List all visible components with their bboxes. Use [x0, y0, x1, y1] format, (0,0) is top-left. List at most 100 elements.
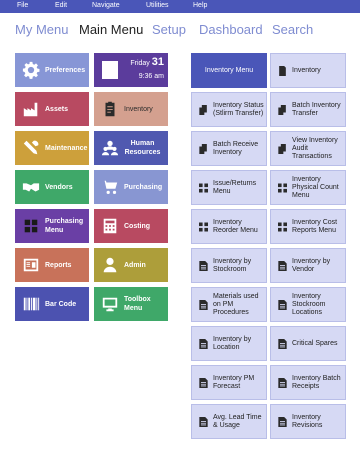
submenu-batch-inventory-transfer[interactable]: Batch Inventory Transfer: [270, 92, 346, 127]
tile-purchasing-menu[interactable]: Purchasing Menu: [15, 209, 89, 243]
tile-label: Assets: [45, 105, 68, 113]
submenu-label: Inventory by Location: [213, 335, 252, 351]
gear-icon: [20, 59, 42, 81]
grid-icon: [276, 222, 288, 232]
documents-icon: [276, 143, 288, 154]
submenu-batch-receive-inventory[interactable]: Batch Receive Inventory: [191, 131, 267, 166]
submenu-label: Inventory Physical Count Menu: [292, 175, 339, 199]
submenu-physical-count-menu[interactable]: Inventory Physical Count Menu: [270, 170, 346, 205]
tile-human-resources[interactable]: Human Resources: [94, 131, 168, 165]
tile-label: Human Resources: [124, 140, 161, 156]
submenu-inventory-by-stockroom[interactable]: Inventory by Stockroom: [191, 248, 267, 283]
notebook-icon: [102, 61, 118, 79]
tile-bar-code[interactable]: Bar Code: [15, 287, 89, 321]
menu-edit[interactable]: Edit: [55, 1, 67, 11]
submenu-label: Batch Inventory Transfer: [292, 101, 341, 117]
submenu-label: Inventory by Vendor: [292, 257, 331, 273]
report-icon: [197, 299, 209, 310]
tile-preferences[interactable]: Preferences: [15, 53, 89, 87]
submenu-label: Inventory Cost Reports Menu: [292, 218, 338, 234]
submenu-reorder-menu[interactable]: Inventory Reorder Menu: [191, 209, 267, 244]
clock-tile: Friday 31 9:36 am: [94, 53, 168, 87]
submenu-inventory-by-vendor[interactable]: Inventory by Vendor: [270, 248, 346, 283]
submenu-label: Materials used on PM Procedures: [213, 292, 259, 316]
submenu-label: Issue/Returns Menu: [213, 179, 257, 195]
tile-maintenance[interactable]: Maintenance: [15, 131, 89, 165]
people-icon: [99, 137, 121, 159]
document-icon: [276, 65, 288, 76]
submenu-view-inventory-audit[interactable]: View Inventory Audit Transactions: [270, 131, 346, 166]
report-icon: [276, 260, 288, 271]
report-icon: [276, 416, 288, 427]
tab-setup[interactable]: Setup: [152, 22, 186, 38]
tab-my-menu[interactable]: My Menu: [15, 22, 68, 38]
documents-icon: [276, 104, 288, 115]
tile-reports[interactable]: Reports: [15, 248, 89, 282]
submenu-label: Inventory Revisions: [292, 413, 323, 429]
tile-vendors[interactable]: Vendors: [15, 170, 89, 204]
monitor-icon: [99, 293, 121, 315]
clock-day: Friday 31: [130, 56, 164, 68]
tile-label: Bar Code: [45, 300, 77, 308]
tab-main-menu[interactable]: Main Menu: [79, 22, 143, 38]
clipboard-icon: [99, 98, 121, 120]
submenu-lead-time-usage[interactable]: Avg. Lead Time & Usage: [191, 404, 267, 439]
submenu-materials-pm-procedures[interactable]: Materials used on PM Procedures: [191, 287, 267, 322]
submenu-label: Critical Spares: [292, 339, 338, 347]
grid-icon: [197, 222, 209, 232]
menu-utilities[interactable]: Utilities: [146, 1, 169, 11]
submenu-label: Inventory Menu: [204, 66, 254, 74]
tab-search[interactable]: Search: [272, 22, 313, 38]
nav-tabs: My Menu Main Menu Setup Dashboard Search: [0, 14, 360, 50]
tile-label: Costing: [124, 222, 151, 230]
clock-date: 31: [151, 56, 164, 68]
menu-file[interactable]: File: [17, 1, 28, 11]
tile-label: Reports: [45, 261, 72, 269]
barcode-icon: [20, 293, 42, 315]
submenu-pm-forecast[interactable]: Inventory PM Forecast: [191, 365, 267, 400]
report-icon: [20, 254, 42, 276]
submenu-label: Inventory by Stockroom: [213, 257, 252, 273]
tile-purchasing[interactable]: Purchasing: [94, 170, 168, 204]
submenu-label: Avg. Lead Time & Usage: [213, 413, 262, 429]
submenu-label: View Inventory Audit Transactions: [292, 136, 338, 160]
menu-navigate[interactable]: Navigate: [92, 1, 120, 11]
submenu-label: Inventory Reorder Menu: [213, 218, 258, 234]
admin-icon: [99, 254, 121, 276]
submenu-cost-reports-menu[interactable]: Inventory Cost Reports Menu: [270, 209, 346, 244]
grid-icon: [276, 183, 288, 193]
tile-inventory[interactable]: Inventory: [94, 92, 168, 126]
tools-icon: [20, 137, 42, 159]
tab-dashboard[interactable]: Dashboard: [199, 22, 263, 38]
clock-time: 9:36 am: [138, 73, 164, 80]
tile-admin[interactable]: Admin: [94, 248, 168, 282]
submenu-label: Batch Receive Inventory: [213, 140, 259, 156]
tile-label: Purchasing Menu: [45, 218, 84, 234]
submenu-inventory-by-location[interactable]: Inventory by Location: [191, 326, 267, 361]
report-icon: [276, 299, 288, 310]
grid-icon: [20, 215, 42, 237]
submenu-issue-returns-menu[interactable]: Issue/Returns Menu: [191, 170, 267, 205]
submenu-label: Inventory Status (Stlirm Transfer): [213, 101, 264, 117]
menu-help[interactable]: Help: [193, 1, 207, 11]
tile-label: Toolbox Menu: [124, 296, 151, 312]
submenu-inventory[interactable]: Inventory: [270, 53, 346, 88]
cart-icon: [99, 176, 121, 198]
submenu-label: Inventory PM Forecast: [213, 374, 255, 390]
report-icon: [276, 338, 288, 349]
submenu-critical-spares[interactable]: Critical Spares: [270, 326, 346, 361]
handshake-icon: [20, 176, 42, 198]
submenu-stockroom-locations[interactable]: Inventory Stockroom Locations: [270, 287, 346, 322]
calculator-icon: [99, 215, 121, 237]
tile-assets[interactable]: Assets: [15, 92, 89, 126]
report-icon: [197, 416, 209, 427]
submenu-batch-receipts[interactable]: Inventory Batch Receipts: [270, 365, 346, 400]
tile-toolbox-menu[interactable]: Toolbox Menu: [94, 287, 168, 321]
submenu-inventory-status[interactable]: Inventory Status (Stlirm Transfer): [191, 92, 267, 127]
tile-costing[interactable]: Costing: [94, 209, 168, 243]
submenu-label: Inventory Batch Receipts: [292, 374, 341, 390]
submenu-inventory-revisions[interactable]: Inventory Revisions: [270, 404, 346, 439]
report-icon: [197, 260, 209, 271]
submenu-label: Inventory Stockroom Locations: [292, 292, 326, 316]
submenu-inventory-menu[interactable]: Inventory Menu: [191, 53, 267, 88]
